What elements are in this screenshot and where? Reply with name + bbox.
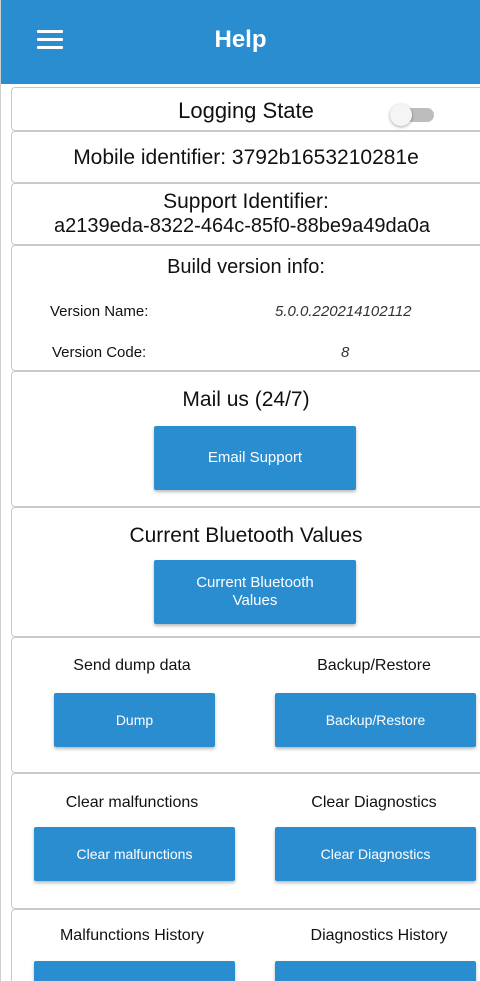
app-bar: Help bbox=[1, 0, 480, 84]
page-title: Help bbox=[214, 26, 267, 53]
email-support-button[interactable]: Email Support bbox=[154, 426, 356, 490]
support-identifier-label: Support Identifier: bbox=[163, 190, 329, 213]
backup-restore-title: Backup/Restore bbox=[317, 657, 431, 674]
help-screen: Help Logging State Mobile identifier: 37… bbox=[0, 0, 480, 981]
toggle-knob bbox=[390, 104, 412, 126]
mobile-identifier-text: Mobile identifier: 3792b1653210281e bbox=[73, 146, 419, 169]
history-card: Malfunctions History Diagnostics History bbox=[11, 909, 480, 981]
build-info-title: Build version info: bbox=[167, 256, 325, 278]
bluetooth-card: Current Bluetooth Values Current Bluetoo… bbox=[11, 507, 480, 637]
clear-malfunctions-button[interactable]: Clear malfunctions bbox=[34, 827, 235, 881]
logging-toggle[interactable] bbox=[390, 104, 436, 126]
version-code-value: 8 bbox=[341, 344, 350, 361]
version-name-label: Version Name: bbox=[50, 303, 149, 320]
bluetooth-title: Current Bluetooth Values bbox=[129, 524, 363, 547]
send-dump-title: Send dump data bbox=[73, 657, 191, 674]
support-identifier-value: a2139eda-8322-464c-85f0-88be9a49da0a bbox=[54, 215, 430, 237]
button-label-line2: Values bbox=[232, 592, 278, 609]
diagnostics-history-button[interactable] bbox=[275, 961, 476, 981]
dump-button[interactable]: Dump bbox=[54, 693, 215, 747]
dump-backup-card: Send dump data Backup/Restore Dump Backu… bbox=[11, 637, 480, 773]
button-label-line1: Current Bluetooth bbox=[196, 574, 314, 591]
backup-restore-button[interactable]: Backup/Restore bbox=[275, 693, 476, 747]
clear-malfunctions-title: Clear malfunctions bbox=[65, 794, 199, 811]
mail-card: Mail us (24/7) Email Support bbox=[11, 371, 480, 507]
logging-state-card: Logging State bbox=[11, 87, 480, 131]
version-code-label: Version Code: bbox=[52, 344, 147, 361]
version-name-value: 5.0.0.220214102112 bbox=[275, 303, 412, 320]
diagnostics-history-title: Diagnostics History bbox=[310, 927, 448, 944]
support-identifier-card: Support Identifier: a2139eda-8322-464c-8… bbox=[11, 183, 480, 245]
malfunctions-history-title: Malfunctions History bbox=[59, 927, 205, 944]
current-bluetooth-values-button[interactable]: Current Bluetooth Values bbox=[154, 560, 356, 624]
clear-diagnostics-button[interactable]: Clear Diagnostics bbox=[275, 827, 476, 881]
clear-diagnostics-title: Clear Diagnostics bbox=[311, 794, 437, 811]
malfunctions-history-button[interactable] bbox=[34, 961, 235, 981]
build-info-card: Build version info: Version Name: 5.0.0.… bbox=[11, 245, 480, 371]
mail-title: Mail us (24/7) bbox=[182, 388, 310, 411]
clear-card: Clear malfunctions Clear Diagnostics Cle… bbox=[11, 773, 480, 909]
mobile-identifier-card: Mobile identifier: 3792b1653210281e bbox=[11, 131, 480, 183]
